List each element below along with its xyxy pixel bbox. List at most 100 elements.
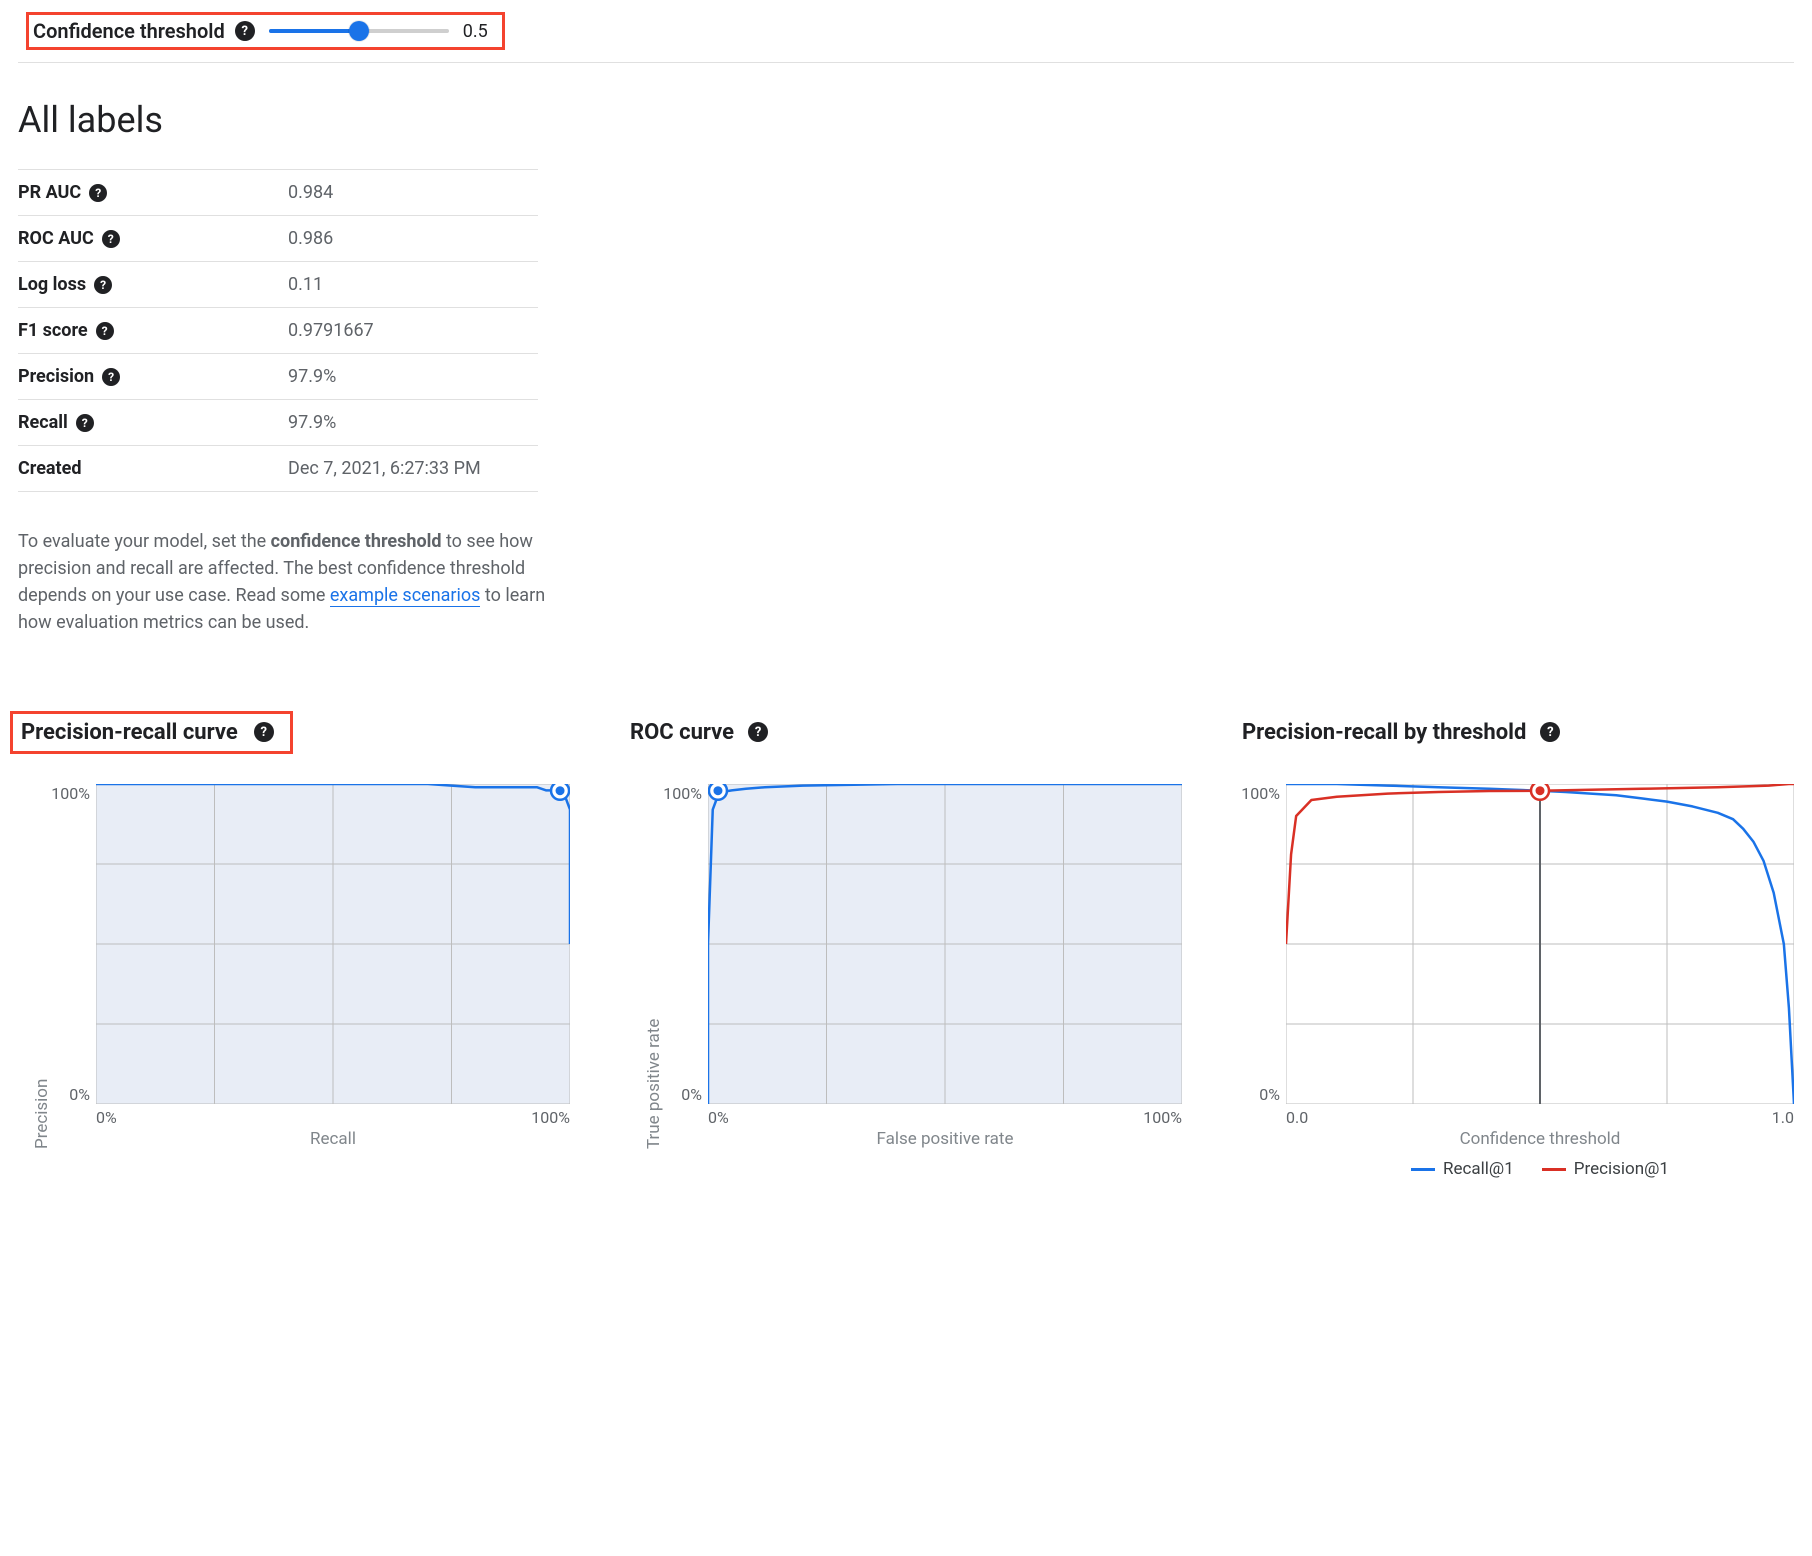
threshold-chart-block: Precision-recall by threshold ? 100% 0% … [1242, 706, 1794, 1179]
roc-chart-title-row: ROC curve ? [630, 706, 1182, 758]
threshold-value: 0.5 [463, 21, 488, 42]
help-icon[interactable]: ? [76, 414, 94, 432]
metrics-key: Created [18, 458, 288, 479]
metrics-row: F1 score?0.9791667 [18, 308, 538, 354]
threshold-chart-wrap: 100% 0% 0.0 1.0 Confidence threshold Rec… [1242, 784, 1794, 1179]
evaluation-help-text: To evaluate your model, set the confiden… [18, 528, 578, 636]
help-icon[interactable]: ? [102, 230, 120, 248]
metrics-value: 0.986 [288, 228, 333, 249]
roc-xtick-left: 0% [708, 1108, 729, 1127]
pr-chart-y-axis: Precision [18, 784, 52, 1149]
metrics-value: 97.9% [288, 412, 336, 433]
help-icon[interactable]: ? [1540, 722, 1560, 742]
metrics-table: PR AUC?0.984ROC AUC?0.986Log loss?0.11F1… [18, 169, 538, 492]
threshold-slider-wrap: 0.5 [269, 21, 488, 42]
roc-xtick-right: 100% [1143, 1108, 1182, 1127]
metrics-row: Recall?97.9% [18, 400, 538, 446]
help-icon[interactable]: ? [748, 722, 768, 742]
threshold-slider-thumb[interactable] [349, 21, 369, 41]
roc-chart-right: 0% 100% False positive rate [708, 784, 1182, 1149]
legend-swatch [1542, 1168, 1566, 1171]
pr-xtick-right: 100% [531, 1108, 570, 1127]
metrics-key-text: Recall [18, 412, 68, 433]
pr-xlabel: Recall [96, 1129, 570, 1149]
metrics-value: Dec 7, 2021, 6:27:33 PM [288, 458, 481, 479]
roc-ytick-top: 100% [663, 784, 702, 803]
threshold-legend: Recall@1 Precision@1 [1286, 1159, 1794, 1179]
roc-xticks: 0% 100% [708, 1104, 1182, 1127]
pr-chart-title: Precision-recall curve [21, 720, 238, 745]
metrics-key-text: PR AUC [18, 182, 81, 203]
pr-xticks: 0% 100% [96, 1104, 570, 1127]
pr-ylabel: Precision [32, 1079, 52, 1149]
help-icon[interactable]: ? [94, 276, 112, 294]
threshold-ytick-slot: 100% 0% [1242, 784, 1286, 1179]
help-icon[interactable]: ? [235, 21, 255, 41]
roc-xlabel: False positive rate [708, 1129, 1182, 1149]
metrics-key: Recall? [18, 412, 288, 433]
threshold-xtick-left: 0.0 [1286, 1108, 1308, 1127]
threshold-label: Confidence threshold ? [33, 19, 255, 43]
metrics-row: ROC AUC?0.986 [18, 216, 538, 262]
metrics-value: 0.984 [288, 182, 333, 203]
help-icon[interactable]: ? [89, 184, 107, 202]
metrics-row: Precision?97.9% [18, 354, 538, 400]
roc-ytick-bottom: 0% [681, 1085, 702, 1104]
pr-chart-right: 0% 100% Recall [96, 784, 570, 1149]
threshold-xlabel: Confidence threshold [1286, 1129, 1794, 1149]
roc-yticks: 100% 0% [664, 784, 708, 1104]
roc-chart-block: ROC curve ? True positive rate 100% 0% 0… [630, 706, 1182, 1149]
roc-chart-area [708, 784, 1182, 1104]
metrics-key-text: Log loss [18, 274, 86, 295]
metrics-row: PR AUC?0.984 [18, 170, 538, 216]
roc-ytick-slot: 100% 0% [664, 784, 708, 1149]
roc-chart-y-axis: True positive rate [630, 784, 664, 1149]
example-scenarios-link[interactable]: example scenarios [330, 585, 481, 607]
charts-row: Precision-recall curve ? Precision 100% … [18, 706, 1794, 1179]
metrics-value: 0.11 [288, 274, 323, 295]
roc-chart-title: ROC curve [630, 720, 734, 745]
pr-ytick-bottom: 0% [69, 1085, 90, 1104]
threshold-xticks: 0.0 1.0 [1286, 1104, 1794, 1127]
legend-label: Precision@1 [1574, 1159, 1669, 1179]
threshold-chart-title: Precision-recall by threshold [1242, 720, 1526, 745]
help-icon[interactable]: ? [102, 368, 120, 386]
threshold-ytick-top: 100% [1241, 784, 1280, 803]
metrics-key: PR AUC? [18, 182, 288, 203]
metrics-key-text: Created [18, 458, 82, 479]
roc-chart-wrap: True positive rate 100% 0% 0% 100% False… [630, 784, 1182, 1149]
metrics-key: ROC AUC? [18, 228, 288, 249]
help-text-bold1: confidence threshold [271, 531, 442, 552]
legend-swatch [1411, 1168, 1435, 1171]
pr-chart-block: Precision-recall curve ? Precision 100% … [18, 706, 570, 1149]
help-text-part1: To evaluate your model, set the [18, 531, 271, 552]
roc-ylabel: True positive rate [644, 1019, 664, 1149]
threshold-label-text: Confidence threshold [33, 19, 225, 43]
metrics-row: Log loss?0.11 [18, 262, 538, 308]
metrics-value: 97.9% [288, 366, 336, 387]
metrics-row: Created Dec 7, 2021, 6:27:33 PM [18, 446, 538, 492]
pr-title-highlight-box: Precision-recall curve ? [10, 711, 293, 754]
threshold-chart-title-row: Precision-recall by threshold ? [1242, 706, 1794, 758]
metrics-key: Precision? [18, 366, 288, 387]
threshold-yticks: 100% 0% [1242, 784, 1286, 1104]
legend-item: Recall@1 [1411, 1159, 1514, 1179]
pr-yticks: 100% 0% [52, 784, 96, 1104]
help-icon[interactable]: ? [254, 722, 274, 742]
threshold-highlight-box: Confidence threshold ? 0.5 [26, 12, 505, 50]
threshold-xtick-right: 1.0 [1772, 1108, 1794, 1127]
pr-chart-area [96, 784, 570, 1104]
metrics-key: Log loss? [18, 274, 288, 295]
pr-chart-wrap: Precision 100% 0% 0% 100% Recall [18, 784, 570, 1149]
metrics-key: F1 score? [18, 320, 288, 341]
pr-ytick-slot: 100% 0% [52, 784, 96, 1149]
metrics-key-text: Precision [18, 366, 94, 387]
threshold-slider[interactable] [269, 29, 449, 33]
pr-chart-title-row: Precision-recall curve ? [18, 706, 570, 758]
metrics-key-text: F1 score [18, 320, 88, 341]
threshold-slider-fill [269, 29, 359, 33]
help-icon[interactable]: ? [96, 322, 114, 340]
threshold-chart-area [1286, 784, 1794, 1104]
metrics-value: 0.9791667 [288, 320, 374, 341]
legend-item: Precision@1 [1542, 1159, 1669, 1179]
